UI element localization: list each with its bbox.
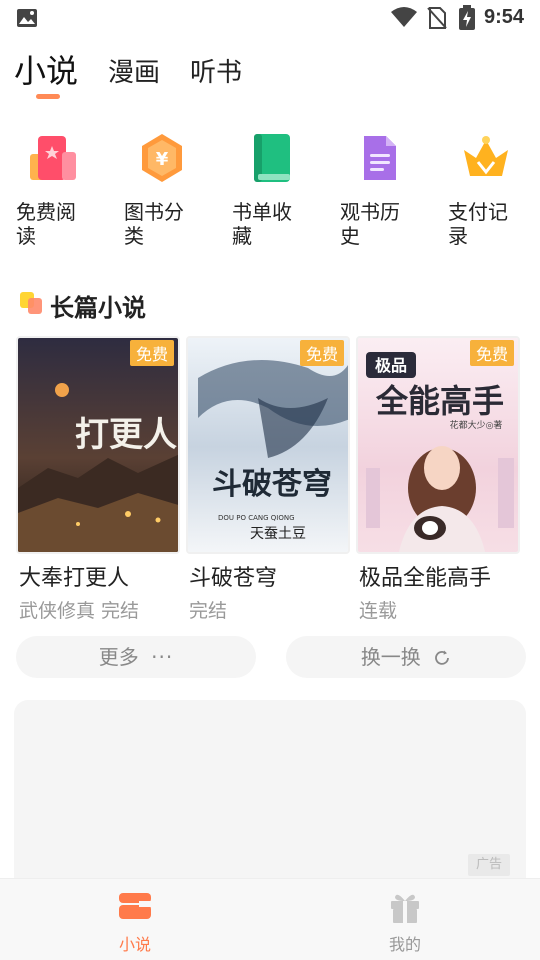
quick-label: 观书历史 [340, 200, 400, 248]
swap-label: 换一换 [360, 645, 421, 669]
book-card[interactable]: 打更人 免费 大奉打更人 武侠修真 完结 [16, 336, 182, 623]
active-tab-indicator [36, 94, 60, 99]
more-label: 更多 [98, 645, 139, 669]
category-icon: ¥ [132, 128, 192, 188]
free-read-icon [24, 128, 84, 188]
tab-novel[interactable]: 小说 [14, 46, 78, 92]
cover-top-text: 极品 [375, 356, 407, 375]
refresh-icon [435, 650, 450, 665]
quick-category[interactable]: ¥ 图书分类 [124, 128, 224, 248]
quick-label: 支付记录 [448, 200, 508, 248]
quick-booklist[interactable]: 书单收藏 [232, 128, 332, 248]
nav-label: 我的 [388, 935, 421, 954]
book-cover: 极品 全能高手 花都大少◎著 免费 [356, 336, 520, 554]
crown-icon [456, 128, 516, 188]
nav-label: 小说 [118, 935, 151, 954]
book-title: 斗破苍穹 [189, 566, 278, 591]
ad-tag: 广告 [468, 854, 510, 876]
book-card[interactable]: 斗破苍穹 DOU PO CANG QIONG 天蚕土豆 免费 斗破苍穹 完结 [186, 336, 352, 623]
book-meta: 连载 [359, 600, 398, 622]
quick-free-read[interactable]: 免费阅读 [16, 128, 116, 248]
wifi-icon [391, 7, 417, 27]
tab-audiobook[interactable]: 听书 [190, 52, 242, 89]
free-badge: 免费 [299, 340, 344, 366]
book-card[interactable]: 极品 全能高手 花都大少◎著 免费 极品全能高手 连载 [356, 336, 522, 623]
swap-button[interactable]: 换一换 [286, 636, 526, 678]
battery-charging-icon [459, 5, 475, 30]
cover-pinyin: DOU PO CANG QIONG [218, 514, 295, 522]
bottom-nav: 小说 我的 [0, 878, 540, 960]
quick-label: 书单收藏 [232, 200, 292, 248]
quick-label: 图书分类 [124, 200, 184, 248]
section-title: 长篇小说 [50, 294, 146, 322]
top-tab-bar: 小说 漫画 听书 [14, 50, 414, 106]
quick-entry-grid: 免费阅读 ¥ 图书分类 书单收藏 观书历史 支付记录 [0, 128, 540, 258]
status-bar: 9:54 [0, 0, 540, 36]
book-cover: 打更人 免费 [16, 336, 180, 554]
quick-payment[interactable]: 支付记录 [448, 128, 540, 248]
book-stack-icon [117, 889, 153, 925]
cover-title-art: 全能高手 [375, 382, 504, 420]
gift-icon [387, 889, 423, 925]
free-badge: 免费 [469, 340, 514, 366]
booklist-icon [240, 128, 300, 188]
no-sim-icon [427, 7, 447, 29]
image-icon [17, 9, 37, 27]
history-icon [348, 128, 408, 188]
free-badge: 免费 [129, 340, 174, 366]
book-title: 大奉打更人 [19, 566, 130, 591]
book-title: 极品全能高手 [359, 566, 492, 591]
cover-title-art: 打更人 [75, 415, 177, 455]
book-cover: 斗破苍穹 DOU PO CANG QIONG 天蚕土豆 免费 [186, 336, 350, 554]
book-meta: 武侠修真 完结 [19, 600, 140, 622]
book-meta: 完结 [189, 600, 228, 622]
ad-banner[interactable] [14, 700, 526, 900]
ellipsis-icon: ··· [151, 645, 174, 669]
quick-label: 免费阅读 [16, 200, 76, 248]
svg-text:¥: ¥ [156, 149, 169, 170]
clock: 9:54 [484, 6, 525, 28]
cover-title-art: 斗破苍穹 [212, 467, 332, 502]
cover-author: 花都大少◎著 [450, 419, 503, 431]
quick-history[interactable]: 观书历史 [340, 128, 440, 248]
cover-author: 天蚕土豆 [250, 526, 306, 542]
nav-novel[interactable]: 小说 [95, 889, 175, 955]
tab-comic[interactable]: 漫画 [108, 52, 160, 89]
nav-mine[interactable]: 我的 [365, 889, 445, 955]
more-button[interactable]: 更多 ··· [16, 636, 256, 678]
